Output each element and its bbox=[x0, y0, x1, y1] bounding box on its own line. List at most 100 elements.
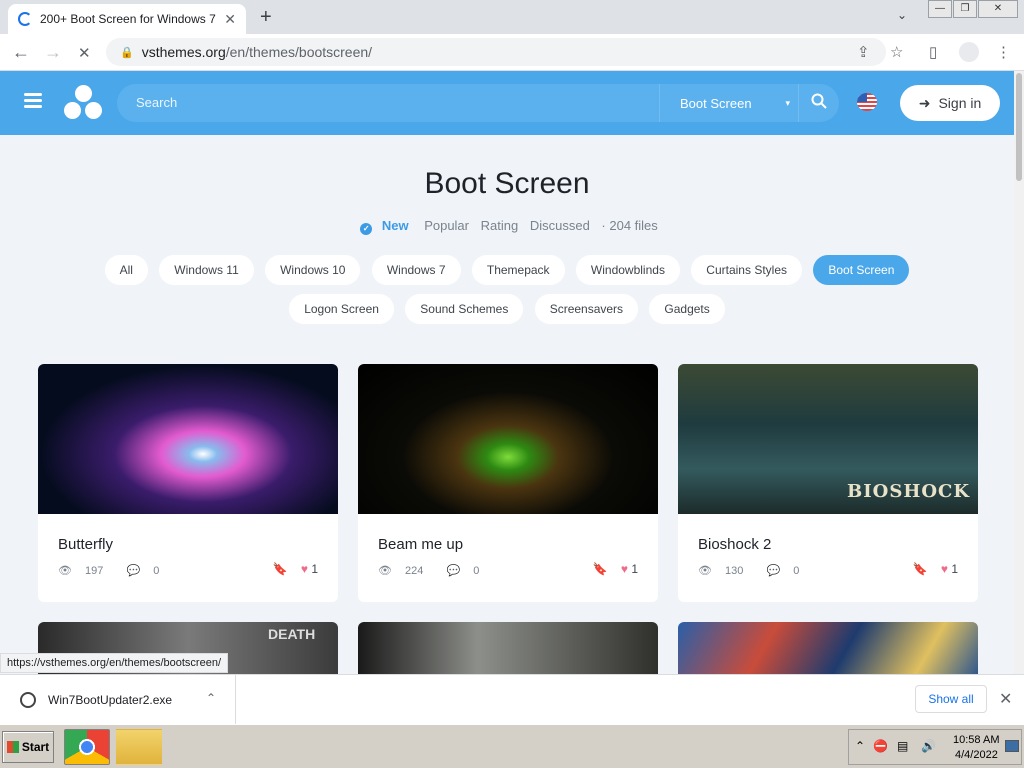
theme-thumbnail[interactable] bbox=[38, 364, 338, 514]
new-tab-button[interactable]: + bbox=[260, 6, 272, 29]
tab-close-icon[interactable]: ✕ bbox=[224, 11, 236, 28]
chip-windowblinds[interactable]: Windowblinds bbox=[575, 255, 680, 285]
close-window-button[interactable]: ✕ bbox=[978, 0, 1018, 18]
theme-actions: 🔖 ♥ 1 bbox=[273, 562, 318, 576]
chrome-taskbar-icon[interactable] bbox=[64, 729, 110, 765]
bookmark-icon[interactable]: 🔖 bbox=[913, 562, 928, 576]
theme-name[interactable]: Beam me up bbox=[378, 536, 463, 553]
heart-icon[interactable]: ♥ bbox=[941, 562, 948, 576]
page-title: Boot Screen bbox=[424, 167, 590, 200]
address-toolbar: ← → ✕ 🔒 vsthemes.org/en/themes/bootscree… bbox=[0, 34, 1024, 71]
site-logo[interactable] bbox=[64, 85, 104, 121]
heart-icon[interactable]: ♥ bbox=[301, 562, 308, 576]
theme-card-thumbnail[interactable] bbox=[358, 622, 658, 674]
scrollbar-thumb[interactable] bbox=[1016, 73, 1022, 181]
theme-thumbnail[interactable] bbox=[358, 364, 658, 514]
chip-themepack[interactable]: Themepack bbox=[471, 255, 565, 285]
theme-card[interactable]: Beam me up 👁 224 💬 0 🔖 ♥ 1 bbox=[358, 364, 658, 602]
us-flag-icon[interactable] bbox=[857, 93, 877, 111]
theme-actions: 🔖 ♥ 1 bbox=[913, 562, 958, 576]
network-icon[interactable]: ▤ bbox=[897, 739, 908, 753]
chip-curtains-styles[interactable]: Curtains Styles bbox=[691, 255, 802, 285]
chip-screensavers[interactable]: Screensavers bbox=[534, 294, 639, 324]
category-chips-row-2: Logon Screen Sound Schemes Screensavers … bbox=[0, 294, 1014, 324]
chip-all[interactable]: All bbox=[104, 255, 148, 285]
comment-icon: 💬 bbox=[126, 565, 141, 577]
sort-rating[interactable]: Rating bbox=[481, 218, 519, 233]
bookmark-star-icon[interactable]: ☆ bbox=[890, 43, 903, 61]
theme-thumbnail[interactable]: BIOSHOCK bbox=[678, 364, 978, 514]
chip-windows-7[interactable]: Windows 7 bbox=[371, 255, 461, 285]
url-bar[interactable]: 🔒 vsthemes.org/en/themes/bootscreen/ bbox=[106, 38, 886, 66]
thumbnail-caption: BIOSHOCK bbox=[847, 481, 970, 502]
sign-in-button[interactable]: ➜ Sign in bbox=[900, 85, 1000, 121]
views-count: 👁 130 bbox=[698, 565, 744, 577]
start-label: Start bbox=[21, 740, 50, 754]
tab-search-icon[interactable]: ⌄ bbox=[897, 8, 907, 22]
hamburger-menu-icon[interactable] bbox=[24, 93, 42, 109]
show-all-button[interactable]: Show all bbox=[915, 685, 987, 713]
likes-count: 1 bbox=[631, 562, 638, 576]
browser-menu-icon[interactable]: ⋮ bbox=[996, 43, 1011, 61]
theme-name[interactable]: Butterfly bbox=[58, 536, 113, 553]
search-input[interactable]: Search bbox=[136, 95, 177, 110]
system-tray: ⌃ ⛔ ▤ 🔊 10:58 AM 4/4/2022 bbox=[848, 729, 1022, 765]
browser-tab[interactable]: 200+ Boot Screen for Windows 7 ✕ bbox=[8, 4, 246, 34]
category-select[interactable]: Boot Screen ▾ bbox=[659, 84, 799, 122]
chip-boot-screen[interactable]: Boot Screen bbox=[813, 255, 910, 285]
volume-icon[interactable]: 🔊 bbox=[921, 739, 936, 753]
tab-title: 200+ Boot Screen for Windows 7 bbox=[40, 12, 216, 26]
category-chips-row-1: All Windows 11 Windows 10 Windows 7 Them… bbox=[0, 255, 1014, 285]
theme-card[interactable]: BIOSHOCK Bioshock 2 👁 130 💬 0 🔖 ♥ 1 bbox=[678, 364, 978, 602]
close-shelf-icon[interactable]: ✕ bbox=[999, 689, 1012, 709]
sort-popular[interactable]: Popular bbox=[424, 218, 469, 233]
sort-new[interactable]: ✓ New bbox=[356, 218, 412, 235]
page-scrollbar[interactable] bbox=[1014, 71, 1024, 674]
theme-card-thumbnail[interactable] bbox=[678, 622, 978, 674]
comments-count: 💬 0 bbox=[766, 565, 800, 577]
windows-taskbar: Start ⌃ ⛔ ▤ 🔊 10:58 AM 4/4/2022 bbox=[0, 724, 1024, 768]
sort-new-label: New bbox=[381, 218, 409, 233]
chip-logon-screen[interactable]: Logon Screen bbox=[289, 294, 394, 324]
bookmark-icon[interactable]: 🔖 bbox=[273, 562, 288, 576]
browser-tab-strip: 200+ Boot Screen for Windows 7 ✕ + ⌄ — ❐… bbox=[0, 0, 1024, 34]
tray-expand-icon[interactable]: ⌃ bbox=[855, 739, 865, 753]
show-desktop-icon[interactable] bbox=[1005, 740, 1019, 752]
chip-sound-schemes[interactable]: Sound Schemes bbox=[405, 294, 524, 324]
restore-button[interactable]: ❐ bbox=[953, 0, 977, 18]
clock-date[interactable]: 4/4/2022 bbox=[955, 749, 998, 761]
folder-taskbar-icon[interactable] bbox=[116, 729, 162, 765]
windows-logo-icon bbox=[6, 741, 19, 753]
bookmark-icon[interactable]: 🔖 bbox=[593, 562, 608, 576]
file-count: · 204 files bbox=[601, 218, 658, 233]
sort-discussed[interactable]: Discussed bbox=[530, 218, 590, 233]
forward-button[interactable]: → bbox=[44, 42, 62, 63]
file-icon bbox=[20, 692, 36, 708]
comment-icon: 💬 bbox=[446, 565, 461, 577]
status-url-bubble: https://vsthemes.org/en/themes/bootscree… bbox=[0, 653, 229, 673]
stop-loading-button[interactable]: ✕ bbox=[78, 44, 91, 62]
chevron-up-icon[interactable]: ⌃ bbox=[206, 691, 216, 705]
chip-windows-10[interactable]: Windows 10 bbox=[265, 255, 361, 285]
search-icon[interactable] bbox=[811, 93, 827, 109]
chip-gadgets[interactable]: Gadgets bbox=[649, 294, 725, 324]
sign-in-label: Sign in bbox=[938, 95, 982, 111]
share-icon[interactable]: ⇪ bbox=[857, 43, 870, 61]
minimize-button[interactable]: — bbox=[928, 0, 952, 18]
back-button[interactable]: ← bbox=[12, 42, 30, 63]
theme-card[interactable]: Butterfly 👁 197 💬 0 🔖 ♥ 1 bbox=[38, 364, 338, 602]
theme-actions: 🔖 ♥ 1 bbox=[593, 562, 638, 576]
chip-windows-11[interactable]: Windows 11 bbox=[159, 255, 254, 285]
clock-time[interactable]: 10:58 AM bbox=[953, 734, 999, 746]
profile-avatar[interactable] bbox=[959, 42, 979, 62]
security-icon[interactable]: ⛔ bbox=[873, 739, 888, 753]
lock-icon[interactable]: 🔒 bbox=[120, 46, 134, 59]
check-icon: ✓ bbox=[360, 223, 373, 235]
side-panel-icon[interactable]: ▯ bbox=[929, 43, 937, 61]
thumbnail-caption: DEATH bbox=[268, 626, 316, 642]
comments-count: 💬 0 bbox=[446, 565, 480, 577]
theme-name[interactable]: Bioshock 2 bbox=[698, 536, 771, 553]
heart-icon[interactable]: ♥ bbox=[621, 562, 628, 576]
download-item[interactable]: Win7BootUpdater2.exe bbox=[0, 675, 236, 725]
start-button[interactable]: Start bbox=[2, 731, 54, 763]
